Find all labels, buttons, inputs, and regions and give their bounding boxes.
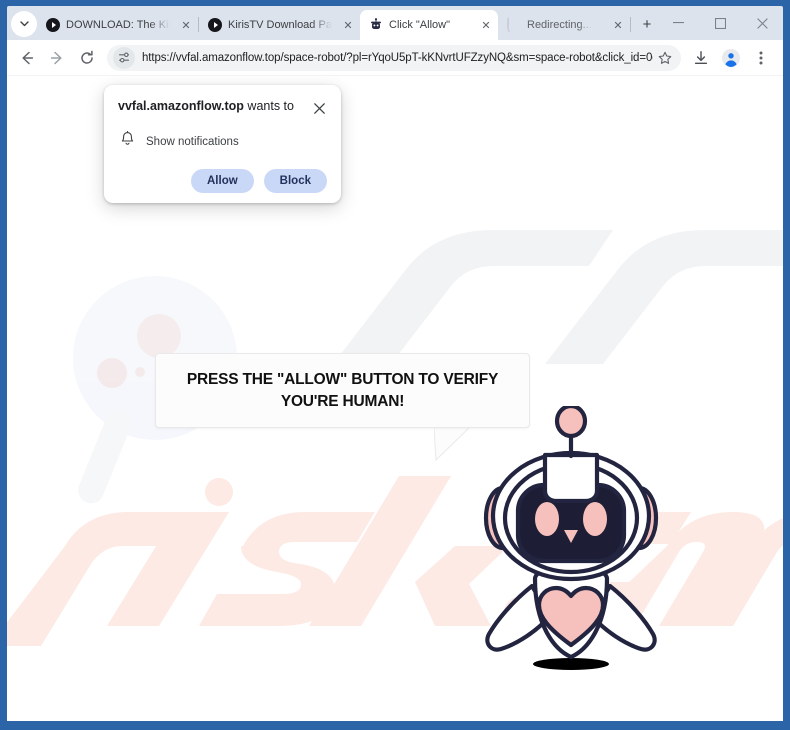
robot-icon xyxy=(369,18,383,32)
permission-title: vvfal.amazonflow.top wants to xyxy=(118,99,294,115)
tab-title: Redirecting... xyxy=(527,19,592,31)
notification-permission-popup: vvfal.amazonflow.top wants to Show notif… xyxy=(104,85,341,203)
window-bottom-edge xyxy=(7,721,783,722)
block-button[interactable]: Block xyxy=(263,169,327,193)
speech-bubble: PRESS THE "ALLOW" BUTTON TO VERIFY YOU'R… xyxy=(155,353,530,428)
tab-divider xyxy=(630,17,631,32)
speech-bubble-text: PRESS THE "ALLOW" BUTTON TO VERIFY YOU'R… xyxy=(186,371,499,410)
loading-spinner-icon xyxy=(507,16,521,32)
tab-redirecting[interactable]: Redirecting... ✕ xyxy=(498,10,630,40)
space-robot-mascot xyxy=(483,406,659,670)
browser-toolbar: https://vvfal.amazonflow.top/space-robot… xyxy=(7,40,783,76)
permission-request-label: Show notifications xyxy=(146,135,239,148)
close-button[interactable] xyxy=(741,6,783,40)
permission-header: vvfal.amazonflow.top wants to xyxy=(118,99,327,116)
tab-title: Click "Allow" xyxy=(389,19,450,31)
profile-avatar-icon[interactable] xyxy=(717,44,745,72)
maximize-button[interactable] xyxy=(699,6,741,40)
speech-bubble-tail xyxy=(434,427,471,461)
forward-arrow-icon[interactable] xyxy=(43,44,71,72)
tab-close-icon[interactable]: ✕ xyxy=(178,17,194,33)
window-controls xyxy=(657,6,783,40)
permission-request-row: Show notifications xyxy=(118,131,327,152)
bell-icon xyxy=(120,131,135,152)
tab-download-the-killer[interactable]: DOWNLOAD: The Killer ✕ xyxy=(37,10,198,40)
address-bar[interactable]: https://vvfal.amazonflow.top/space-robot… xyxy=(107,44,681,71)
download-icon[interactable] xyxy=(687,44,715,72)
tab-strip: DOWNLOAD: The Killer ✕ KirisTV Download … xyxy=(7,6,783,40)
tab-title: DOWNLOAD: The Killer xyxy=(66,19,170,31)
play-circle-icon xyxy=(46,18,60,32)
bookmark-star-icon[interactable] xyxy=(653,46,677,70)
permission-title-suffix: wants to xyxy=(243,99,294,113)
url-text: https://vvfal.amazonflow.top/space-robot… xyxy=(142,51,653,64)
minimize-button[interactable] xyxy=(657,6,699,40)
tab-close-icon[interactable]: ✕ xyxy=(610,17,626,33)
browser-menu-icon[interactable] xyxy=(747,44,775,72)
tab-search-chevron-down-icon[interactable] xyxy=(11,11,37,37)
permission-actions: Allow Block xyxy=(118,169,327,193)
tab-kiristv-download-page[interactable]: KirisTV Download Page ✕ xyxy=(199,10,360,40)
browser-window: DOWNLOAD: The Killer ✕ KirisTV Download … xyxy=(0,0,790,730)
permission-origin: vvfal.amazonflow.top xyxy=(118,99,244,113)
back-arrow-icon[interactable] xyxy=(13,44,41,72)
reload-icon[interactable] xyxy=(73,44,101,72)
close-icon[interactable] xyxy=(311,100,327,116)
tab-title: KirisTV Download Page xyxy=(228,19,332,31)
tab-close-icon[interactable]: ✕ xyxy=(478,17,494,33)
tune-icon[interactable] xyxy=(113,46,135,69)
allow-button[interactable]: Allow xyxy=(191,169,254,193)
tab-click-allow[interactable]: Click "Allow" ✕ xyxy=(360,10,498,40)
tab-close-icon[interactable]: ✕ xyxy=(340,17,356,33)
play-circle-icon xyxy=(208,18,222,32)
page-viewport: vvfal.amazonflow.top wants to Show notif… xyxy=(7,76,783,721)
